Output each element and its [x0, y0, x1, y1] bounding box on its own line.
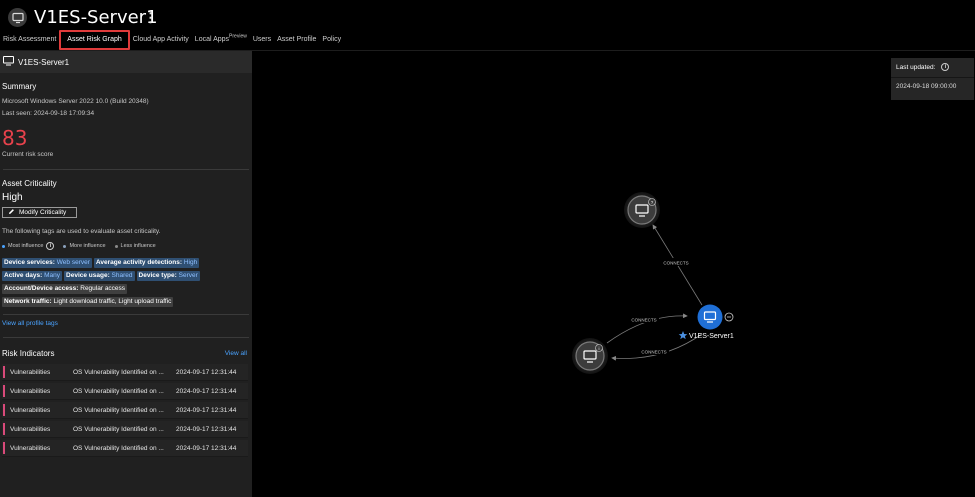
- severity-bar: [3, 442, 5, 454]
- modify-criticality-button[interactable]: Modify Criticality: [2, 207, 77, 218]
- more-vertical-icon[interactable]: ⋮: [144, 10, 157, 26]
- tag-row: Network traffic: Light download traffic,…: [0, 297, 252, 307]
- edge-bottom-to-main: CONNECTS: [606, 313, 688, 344]
- asset-name-bar: V1ES-Server1: [0, 51, 252, 73]
- risk-indicator-row[interactable]: Vulnerabilities OS Vulnerability Identif…: [2, 364, 248, 381]
- risk-indicators-header: Risk Indicators View all: [0, 349, 252, 358]
- main-node-label: V1ES-Server1: [689, 333, 734, 340]
- monitor-icon: [8, 8, 27, 27]
- risk-indicator-row[interactable]: Vulnerabilities OS Vulnerability Identif…: [2, 421, 248, 438]
- tag-row: Device services: Web server Average acti…: [0, 258, 252, 268]
- info-icon[interactable]: i: [46, 242, 55, 250]
- risk-indicator-row[interactable]: Vulnerabilities OS Vulnerability Identif…: [2, 383, 248, 400]
- tag-row: Active days: Many Device usage: Shared D…: [0, 271, 252, 281]
- risk-score: 83: [2, 126, 28, 150]
- tab-asset-profile[interactable]: Asset Profile: [274, 30, 319, 50]
- risk-score-label: Current risk score: [2, 151, 54, 158]
- more-influence-dot: [63, 244, 67, 248]
- graph-canvas[interactable]: CONNECTS CONNECTS CONNECTS ? i V1ES-Serv…: [252, 51, 975, 497]
- edge-label: CONNECTS: [663, 261, 688, 266]
- risk-indicator-row[interactable]: Vulnerabilities OS Vulnerability Identif…: [2, 440, 248, 457]
- edge-label: CONNECTS: [641, 350, 666, 355]
- tag-device-type: Device type: Server: [136, 271, 200, 281]
- svg-text:i: i: [599, 346, 600, 351]
- tag-device-usage: Device usage: Shared: [64, 271, 135, 281]
- graph-node-device-bottom[interactable]: i: [572, 338, 608, 374]
- info-badge-icon: i: [595, 344, 603, 352]
- last-updated-value: 2024-09-18 09:00:00: [896, 83, 957, 90]
- tag-row: Account/Device access: Regular access: [0, 284, 252, 294]
- tag-active-days: Active days: Many: [2, 271, 63, 281]
- tag-network-traffic: Network traffic: Light download traffic,…: [2, 297, 174, 307]
- tab-local-apps[interactable]: Local AppsPreview: [192, 30, 250, 50]
- tab-asset-risk-graph[interactable]: Asset Risk Graph: [59, 30, 130, 50]
- divider: [891, 77, 974, 78]
- page-title: V1ES-Server1: [34, 7, 158, 28]
- severity-bar: [3, 423, 5, 435]
- asset-name: V1ES-Server1: [18, 57, 70, 67]
- tab-bar: Risk Assessment Asset Risk Graph Cloud A…: [0, 30, 344, 50]
- edge-main-to-top: CONNECTS: [652, 224, 703, 306]
- view-all-profile-tags-link[interactable]: View all profile tags: [0, 320, 252, 327]
- tag-device-services: Device services: Web server: [2, 258, 92, 268]
- summary-heading: Summary: [2, 82, 37, 91]
- last-updated-card: Last updated: i 2024-09-18 09:00:00: [891, 58, 974, 100]
- monitor-icon: [3, 56, 14, 68]
- graph-node-main-asset[interactable]: [697, 304, 723, 330]
- criticality-value: High: [2, 192, 23, 203]
- severity-bar: [3, 404, 5, 416]
- risk-indicator-row[interactable]: Vulnerabilities OS Vulnerability Identif…: [2, 402, 248, 419]
- view-all-risk-indicators-link[interactable]: View all: [225, 350, 247, 357]
- tag-average-activity: Average activity detections: High: [93, 258, 200, 268]
- tags-intro: The following tags are used to evaluate …: [2, 228, 161, 235]
- tab-cloud-app-activity[interactable]: Cloud App Activity: [130, 30, 192, 50]
- asset-risk-graph[interactable]: CONNECTS CONNECTS CONNECTS ? i V1ES-Serv…: [252, 51, 975, 497]
- info-icon[interactable]: i: [941, 63, 950, 71]
- star-icon: [678, 331, 688, 340]
- less-influence-dot: [114, 244, 118, 248]
- risk-indicators-heading: Risk Indicators: [2, 349, 55, 358]
- most-influence-dot: [2, 244, 5, 248]
- last-updated-label: Last updated:: [896, 63, 936, 71]
- asset-details-panel: V1ES-Server1 Summary Microsoft Windows S…: [0, 51, 252, 497]
- tag-account-access: Account/Device access: Regular access: [2, 284, 128, 294]
- info-badge-icon: ?: [648, 198, 656, 206]
- os-info: Microsoft Windows Server 2022 10.0 (Buil…: [2, 98, 149, 105]
- severity-bar: [3, 385, 5, 397]
- criticality-heading: Asset Criticality: [2, 179, 57, 188]
- tab-policy[interactable]: Policy: [319, 30, 344, 50]
- graph-node-device-top[interactable]: ?: [624, 192, 660, 228]
- pencil-icon: [8, 208, 15, 217]
- influence-legend: Most influence i More influence Less inf…: [0, 242, 252, 250]
- tab-risk-assessment[interactable]: Risk Assessment: [0, 30, 59, 50]
- preview-badge: Preview: [229, 33, 247, 40]
- edge-label: CONNECTS: [631, 318, 656, 323]
- severity-bar: [3, 366, 5, 378]
- tab-users[interactable]: Users: [250, 30, 274, 50]
- last-seen: Last seen: 2024-09-18 17:09:34: [2, 110, 95, 117]
- collapse-node-icon[interactable]: [724, 312, 734, 322]
